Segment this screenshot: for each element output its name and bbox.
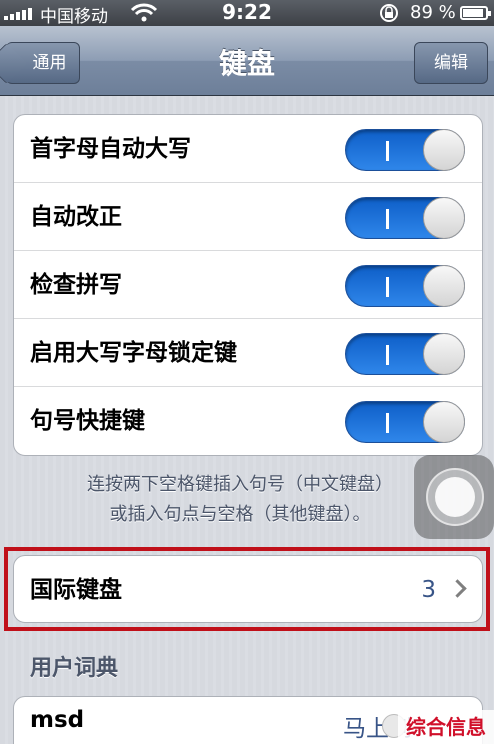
auto-correction-switch[interactable] [345,197,465,239]
check-spelling-switch[interactable] [345,265,465,307]
assistive-touch-icon [426,468,484,526]
watermark-text: 综合信息 [398,710,494,744]
toggle-row-auto-capitalization: 首字母自动大写 [14,115,482,183]
toggle-label: 句号快捷键 [30,408,145,434]
status-bar: 中国移动 9:22 89 % [0,0,494,27]
user-dictionary-header: 用户词典 [30,656,119,681]
toggle-label: 启用大写字母锁定键 [30,340,237,366]
toggle-label: 首字母自动大写 [30,136,191,162]
period-shortcut-switch[interactable] [345,401,465,443]
toggle-label: 自动改正 [30,204,122,230]
caps-lock-switch[interactable] [345,333,465,375]
rotation-lock-icon [380,4,398,22]
battery-percentage: 89 % [410,2,456,23]
shortcut-word: msd [30,707,85,733]
description-line-1: 连按两下空格键插入句号（中文键盘） [87,474,393,495]
edit-button[interactable]: 编辑 [414,42,488,84]
toggle-row-period-shortcut: 句号快捷键 [14,387,482,455]
toggle-row-auto-correction: 自动改正 [14,183,482,251]
battery-icon [460,6,491,20]
keyboard-toggles-group: 首字母自动大写 自动改正 检查拼写 启用大写字母锁定键 句号快捷键 [13,114,483,456]
toggle-row-check-spelling: 检查拼写 [14,251,482,319]
auto-capitalization-switch[interactable] [345,129,465,171]
navigation-bar: 通用 键盘 编辑 [0,26,494,96]
back-button-label: 通用 [32,53,67,73]
description-line-2: 或插入句点与空格（其他键盘）。 [109,504,371,525]
period-shortcut-description: 连按两下空格键插入句号（中文键盘） 或插入句点与空格（其他键盘）。 [30,470,450,530]
toggle-row-caps-lock: 启用大写字母锁定键 [14,319,482,387]
assistive-touch-button[interactable] [414,455,494,539]
toggle-label: 检查拼写 [30,272,122,298]
highlight-box [4,547,490,631]
